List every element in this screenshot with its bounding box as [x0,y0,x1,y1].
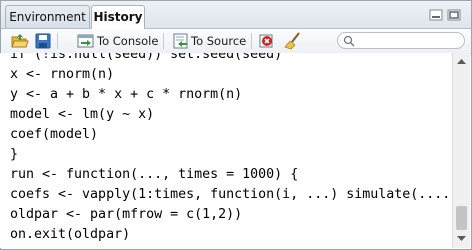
open-folder-icon[interactable] [11,32,29,50]
to-source-button[interactable]: To Source [191,33,246,49]
search-icon [343,35,355,47]
minimize-pane-icon[interactable] [429,9,443,21]
history-entry[interactable]: model <- lm(y ~ x) [10,105,154,125]
save-icon[interactable] [34,32,52,50]
toolbar-separator [163,33,164,49]
vertical-scrollbar[interactable] [452,53,470,248]
history-entry[interactable]: oldpar <- par(mfrow = c(1,2)) [10,205,242,225]
history-entry[interactable]: on.exit(oldpar) [10,225,130,245]
history-entry[interactable]: coef(model) [10,125,98,145]
history-entry[interactable]: x <- rnorm(n) [10,65,114,85]
history-entry[interactable]: y <- a + b * x + c * rnorm(n) [10,85,242,105]
history-entry[interactable]: run <- function(..., times = 1000) { [10,165,298,185]
tab-environment[interactable]: Environment [5,5,90,28]
to-console-button[interactable]: To Console [97,33,158,49]
to-console-icon[interactable] [77,32,95,50]
history-toolbar: To Console To Source [1,29,471,54]
toolbar-separator [251,33,252,49]
toolbar-separator [57,33,58,49]
history-entry[interactable]: coefs <- vapply(1:times, function(i, ...… [10,185,450,205]
history-entry[interactable]: } [10,145,18,165]
history-list[interactable]: if (!is.null(seed)) set.seed(seed) x <- … [0,53,452,248]
remove-entry-icon[interactable] [258,32,276,50]
maximize-pane-icon[interactable] [447,9,461,21]
history-search-input[interactable] [337,32,465,49]
tab-history[interactable]: History [91,5,145,29]
to-source-icon[interactable] [172,32,190,50]
scroll-down-arrow-icon[interactable] [456,235,467,243]
scroll-up-arrow-icon[interactable] [456,57,467,65]
broom-icon[interactable] [284,32,302,50]
scrollbar-thumb[interactable] [456,206,467,230]
history-entry[interactable]: if (!is.null(seed)) set.seed(seed) [10,53,282,65]
pane-tab-bar: Environment History [1,1,471,29]
